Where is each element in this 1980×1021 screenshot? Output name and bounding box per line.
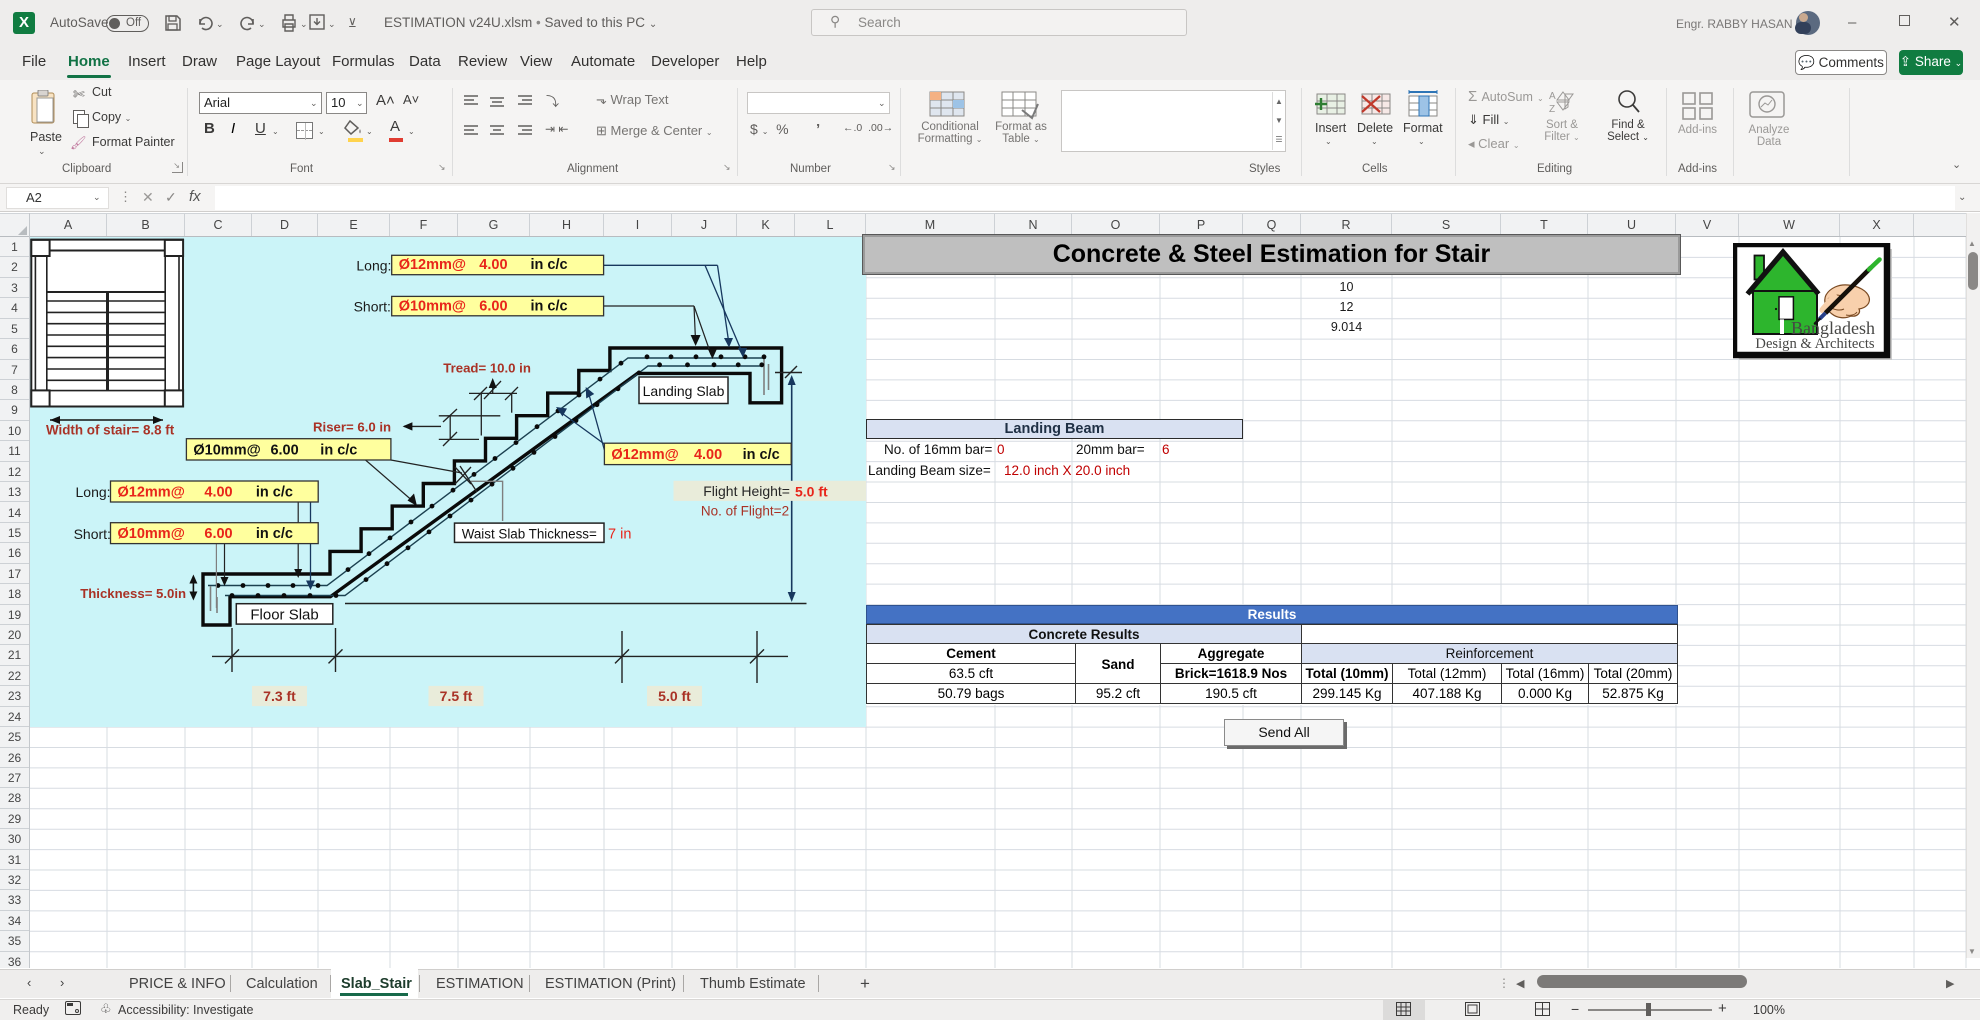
svg-text:Landing Slab: Landing Slab: [643, 383, 725, 399]
svg-text:in c/c: in c/c: [256, 485, 293, 501]
svg-text:in c/c: in c/c: [531, 257, 568, 273]
svg-text:Short:: Short:: [354, 299, 391, 315]
svg-text:Long:: Long:: [356, 258, 391, 274]
svg-text:7.3 ft: 7.3 ft: [263, 688, 296, 704]
svg-text:6.00: 6.00: [479, 298, 507, 314]
svg-text:Ø10mm@: Ø10mm@: [193, 443, 260, 459]
svg-text:Waist Slab Thickness=: Waist Slab Thickness=: [462, 526, 597, 541]
svg-text:5.0 ft: 5.0 ft: [795, 484, 828, 500]
svg-text:Long:: Long:: [76, 484, 111, 500]
svg-text:in c/c: in c/c: [256, 526, 293, 542]
svg-text:Ø12mm@: Ø12mm@: [399, 257, 466, 273]
svg-text:Ø12mm@: Ø12mm@: [611, 447, 678, 463]
svg-text:Ø10mm@: Ø10mm@: [399, 298, 466, 314]
svg-text:6.00: 6.00: [270, 443, 298, 459]
svg-text:Flight Height=: Flight Height=: [703, 483, 790, 499]
svg-text:Riser= 6.0 in: Riser= 6.0 in: [313, 420, 391, 435]
svg-text:7.5 ft: 7.5 ft: [440, 688, 473, 704]
svg-text:Thickness= 5.0in: Thickness= 5.0in: [80, 586, 186, 601]
svg-text:Width of stair= 8.8 ft: Width of stair= 8.8 ft: [46, 423, 175, 438]
svg-text:in c/c: in c/c: [531, 298, 568, 314]
svg-text:in c/c: in c/c: [320, 443, 357, 459]
svg-text:in c/c: in c/c: [743, 447, 780, 463]
svg-text:Short:: Short:: [74, 526, 111, 542]
svg-text:5.0 ft: 5.0 ft: [658, 688, 691, 704]
svg-text:No. of Flight=2: No. of Flight=2: [701, 504, 789, 519]
svg-text:4.00: 4.00: [694, 447, 722, 463]
svg-text:4.00: 4.00: [204, 485, 232, 501]
svg-text:7 in: 7 in: [608, 527, 631, 543]
svg-text:6.00: 6.00: [204, 526, 232, 542]
svg-text:Ø10mm@: Ø10mm@: [118, 526, 185, 542]
svg-text:Ø12mm@: Ø12mm@: [118, 485, 185, 501]
svg-text:Bangladesh: Bangladesh: [1791, 318, 1875, 338]
svg-text:Design & Architects: Design & Architects: [1755, 336, 1874, 352]
svg-text:4.00: 4.00: [479, 257, 507, 273]
svg-text:Floor Slab: Floor Slab: [250, 606, 318, 623]
svg-text:Tread= 10.0 in: Tread= 10.0 in: [443, 360, 531, 375]
